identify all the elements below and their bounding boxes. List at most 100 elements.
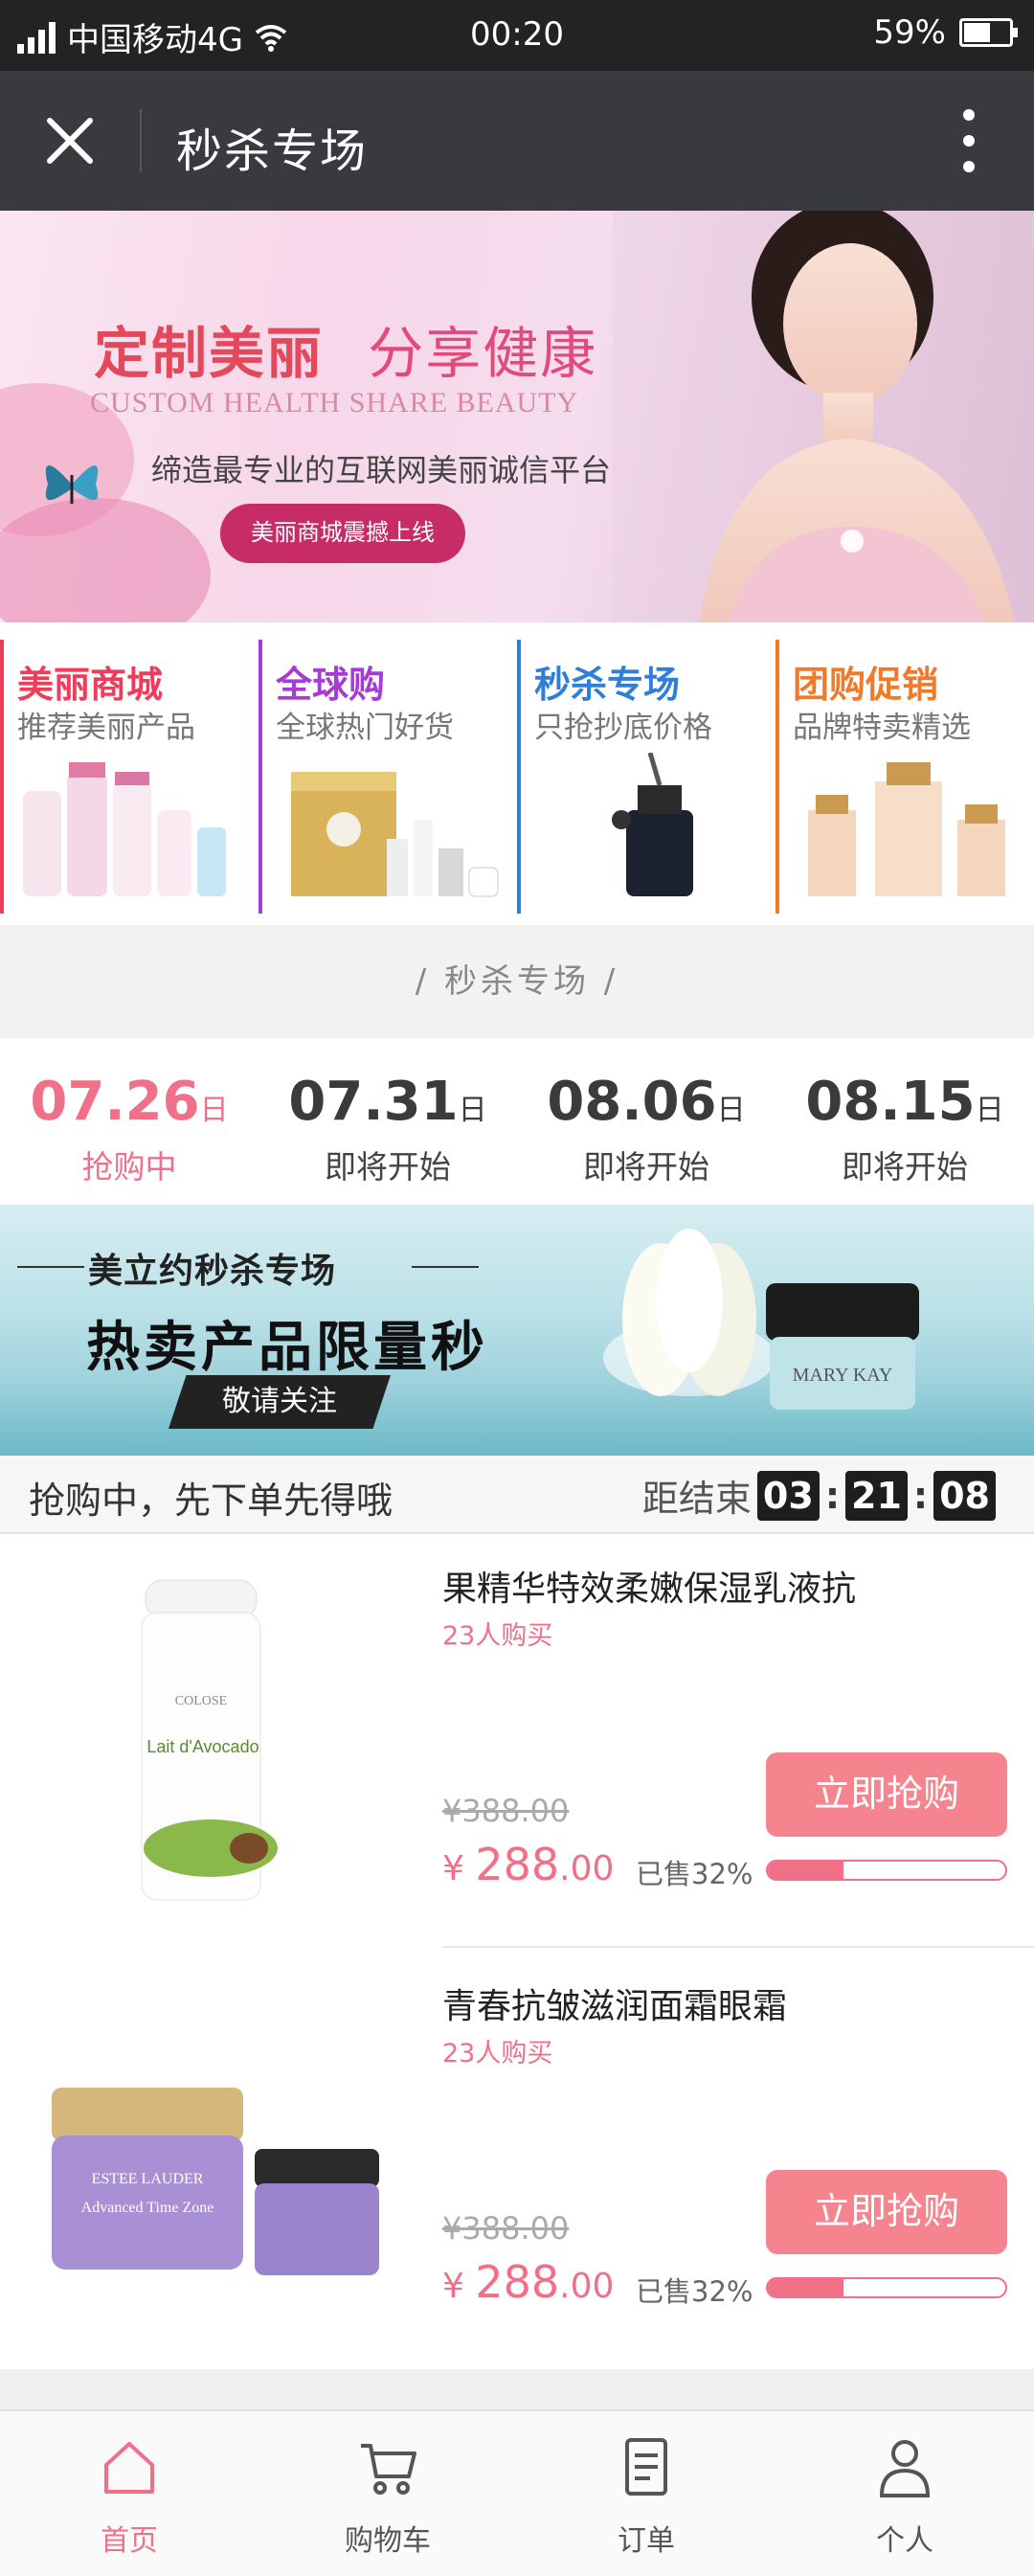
category-subtitle: 全球热门好货 (276, 711, 454, 745)
hero-title: 定制美丽 分享健康 (94, 308, 597, 389)
date-tabs: 07.26日 抢购中 07.31日 即将开始 08.06日 即将开始 08.15… (0, 1053, 1034, 1197)
hero-button[interactable]: 美丽商城震撼上线 (220, 504, 465, 563)
cream-jar-image: MARY KAY (766, 1283, 919, 1410)
tab-label: 个人 (876, 2524, 933, 2558)
date-number: 07.31日 (288, 1071, 487, 1133)
category-global-shopping[interactable]: 全球购 全球热门好货 (258, 640, 517, 914)
sale-price: ¥ 288.00 (442, 2256, 615, 2308)
date-number: 08.06日 (547, 1071, 746, 1133)
tab-label: 首页 (101, 2524, 158, 2558)
promo-top-text: 美立约秒杀专场 (88, 1252, 337, 1291)
tab-cart[interactable]: 购物车 (258, 2411, 517, 2576)
tab-orders[interactable]: 订单 (517, 2411, 776, 2576)
buy-now-button[interactable]: 立即抢购 (766, 1752, 1007, 1837)
status-bar: 中国移动4G 00:20 59% (0, 0, 1034, 71)
date-tab[interactable]: 08.06日 即将开始 (517, 1053, 776, 1197)
product-buyers: 23人购买 (442, 1621, 553, 1651)
tab-profile[interactable]: 个人 (776, 2411, 1034, 2576)
date-status: 即将开始 (325, 1148, 451, 1186)
category-title: 秒杀专场 (534, 664, 681, 706)
original-price: ¥388.00 (442, 2210, 570, 2247)
category-beauty-mall[interactable]: 美丽商城 推荐美丽产品 (0, 640, 258, 914)
status-right: 59% (873, 13, 1018, 52)
sold-progress-bar (766, 1860, 1007, 1881)
svg-text:COLOSE: COLOSE (175, 1694, 227, 1708)
date-status: 即将开始 (583, 1148, 709, 1186)
person-icon (879, 2440, 931, 2497)
skincare-set-image (23, 762, 226, 896)
promo-decor-line (412, 1266, 479, 1268)
tab-label: 订单 (618, 2524, 675, 2558)
product-image: COLOSE Lait d'Avocado (141, 1579, 278, 1901)
hero-subtitle: 缔造最专业的互联网美丽诚信平台 (151, 452, 612, 488)
product-image: ESTEE LAUDER Advanced Time Zone (52, 2088, 379, 2275)
page-title: 秒杀专场 (176, 124, 369, 178)
category-title: 全球购 (276, 664, 386, 706)
gift-box-image (291, 772, 499, 897)
category-grid: 美丽商城 推荐美丽产品 全球购 全球热门好货 秒杀专场 只抢抄底价格 团购促销 … (0, 640, 1034, 914)
product-divider (442, 1946, 1034, 1948)
hero-title-part2: 分享健康 (368, 321, 598, 386)
countdown-hours: 03 (756, 1470, 820, 1521)
category-title: 团购促销 (793, 664, 939, 706)
sold-percentage: 已售32% (636, 1858, 753, 1890)
product-name: 青春抗皱滋润面霜眼霜 (442, 1987, 788, 2026)
countdown-minutes: 21 (845, 1470, 908, 1521)
hero-english: CUSTOM HEALTH SHARE BEAUTY (90, 387, 579, 418)
category-subtitle: 推荐美丽产品 (17, 711, 195, 745)
more-options-icon[interactable] (959, 109, 978, 172)
original-price: ¥388.00 (442, 1793, 570, 1829)
navigation-bar: 秒杀专场 (0, 71, 1034, 211)
promo-title: 热卖产品限量秒 (86, 1317, 488, 1379)
order-icon (625, 2438, 667, 2496)
countdown-timer: 距结束 03 : 21 : 08 (642, 1469, 996, 1522)
home-icon (104, 2442, 154, 2494)
date-number: 07.26日 (30, 1071, 229, 1133)
product-buyers: 23人购买 (442, 2039, 553, 2068)
product-name: 果精华特效柔嫩保湿乳液抗 (442, 1570, 857, 1609)
product-card[interactable]: COLOSE Lait d'Avocado 果精华特效柔嫩保湿乳液抗 23人购买… (0, 1536, 1034, 1957)
section-header: / 秒杀专场 / (0, 925, 1034, 1038)
product-card[interactable]: ESTEE LAUDER Advanced Time Zone 青春抗皱滋润面霜… (0, 1954, 1034, 2375)
cart-icon (361, 2444, 416, 2495)
countdown-label: 距结束 (641, 1478, 752, 1520)
hero-banner[interactable]: 定制美丽 分享健康 CUSTOM HEALTH SHARE BEAUTY 缔造最… (0, 211, 1034, 622)
date-tab[interactable]: 07.26日 抢购中 (0, 1053, 258, 1197)
category-subtitle: 只抢抄底价格 (534, 711, 712, 745)
date-status: 抢购中 (81, 1148, 177, 1186)
svg-text:Advanced Time Zone: Advanced Time Zone (81, 2200, 214, 2216)
spacer (0, 2369, 1034, 2409)
butterfly-icon (45, 465, 99, 504)
tab-label: 购物车 (345, 2524, 431, 2558)
date-number: 08.15日 (805, 1071, 1004, 1133)
promo-decor-line (17, 1266, 84, 1268)
buy-now-button[interactable]: 立即抢购 (766, 2170, 1007, 2254)
close-icon[interactable] (36, 107, 103, 174)
svg-text:ESTEE LAUDER: ESTEE LAUDER (92, 2171, 204, 2187)
sold-progress-bar (766, 2277, 1007, 2298)
date-status: 即将开始 (842, 1148, 968, 1186)
category-subtitle: 品牌特卖精选 (793, 711, 971, 745)
countdown-message: 抢购中，先下单先得哦 (29, 1480, 393, 1522)
battery-label: 59% (873, 13, 946, 52)
battery-icon (959, 18, 1018, 47)
bottom-tab-bar: 首页 购物车 订单 个人 (0, 2409, 1034, 2576)
model-photo (613, 211, 1034, 622)
hero-title-part1: 定制美丽 (94, 321, 325, 386)
promo-banner[interactable]: 美立约秒杀专场 热卖产品限量秒 敬请关注 MARY KAY (0, 1205, 1034, 1456)
date-tab[interactable]: 07.31日 即将开始 (258, 1053, 517, 1197)
category-group-buy[interactable]: 团购促销 品牌特卖精选 (776, 640, 1034, 914)
promo-tag: 敬请关注 (169, 1375, 391, 1429)
countdown-seconds: 08 (933, 1470, 996, 1521)
svg-text:Lait d'Avocado: Lait d'Avocado (146, 1737, 258, 1756)
sold-percentage: 已售32% (636, 2275, 753, 2308)
perfume-set-image (808, 762, 1005, 896)
date-tab[interactable]: 08.15日 即将开始 (776, 1053, 1034, 1197)
svg-text:MARY KAY: MARY KAY (793, 1365, 893, 1386)
category-title: 美丽商城 (17, 664, 164, 706)
navbar-divider (140, 109, 142, 172)
tab-home[interactable]: 首页 (0, 2411, 258, 2576)
serum-bottle-image (612, 753, 693, 896)
category-flash-sale[interactable]: 秒杀专场 只抢抄底价格 (517, 640, 776, 914)
sale-price: ¥ 288.00 (442, 1839, 615, 1890)
